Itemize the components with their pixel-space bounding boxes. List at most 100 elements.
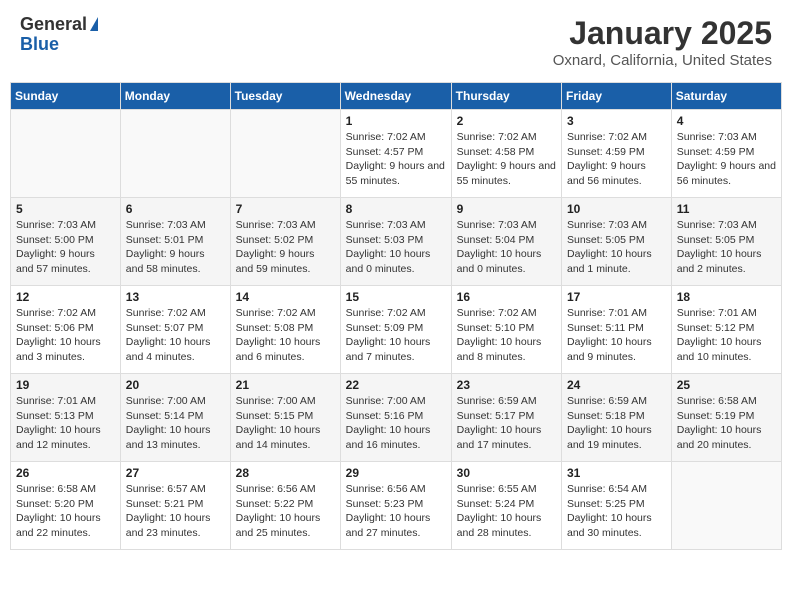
day-info: Sunrise: 7:02 AMSunset: 4:59 PMDaylight:… (567, 130, 666, 189)
calendar-cell: 29 Sunrise: 6:56 AMSunset: 5:23 PMDayligh… (340, 462, 451, 550)
day-number: 13 (126, 290, 225, 304)
calendar-cell: 16 Sunrise: 7:02 AMSunset: 5:10 PMDayligh… (451, 286, 561, 374)
calendar-cell (230, 110, 340, 198)
day-info: Sunrise: 7:02 AMSunset: 4:58 PMDaylight:… (457, 130, 556, 189)
day-number: 1 (346, 114, 446, 128)
day-number: 7 (236, 202, 335, 216)
day-info: Sunrise: 6:58 AMSunset: 5:19 PMDaylight:… (677, 394, 776, 453)
week-row-1: 1Sunrise: 7:02 AMSunset: 4:57 PMDaylight… (11, 110, 782, 198)
day-number: 5 (16, 202, 115, 216)
day-info: Sunrise: 7:02 AMSunset: 5:06 PMDaylight:… (16, 306, 115, 365)
day-number: 9 (457, 202, 556, 216)
calendar-subtitle: Oxnard, California, United States (553, 52, 772, 69)
day-number: 16 (457, 290, 556, 304)
day-info: Sunrise: 6:59 AMSunset: 5:18 PMDaylight:… (567, 394, 666, 453)
day-number: 31 (567, 466, 666, 480)
day-info: Sunrise: 7:02 AMSunset: 5:08 PMDaylight:… (236, 306, 335, 365)
calendar-cell: 1Sunrise: 7:02 AMSunset: 4:57 PMDaylight… (340, 110, 451, 198)
day-info: Sunrise: 6:59 AMSunset: 5:17 PMDaylight:… (457, 394, 556, 453)
day-number: 29 (346, 466, 446, 480)
calendar-cell: 7 Sunrise: 7:03 AMSunset: 5:02 PMDaylight… (230, 198, 340, 286)
calendar-cell: 20Sunrise: 7:00 AMSunset: 5:14 PMDayligh… (120, 374, 230, 462)
calendar-cell: 10 Sunrise: 7:03 AMSunset: 5:05 PMDayligh… (562, 198, 672, 286)
day-info: Sunrise: 6:54 AMSunset: 5:25 PMDaylight:… (567, 482, 666, 541)
day-number: 4 (677, 114, 776, 128)
day-number: 14 (236, 290, 335, 304)
day-info: Sunrise: 7:02 AMSunset: 5:09 PMDaylight:… (346, 306, 446, 365)
weekday-header-saturday: Saturday (671, 83, 781, 110)
day-number: 15 (346, 290, 446, 304)
calendar-cell: 13Sunrise: 7:02 AMSunset: 5:07 PMDayligh… (120, 286, 230, 374)
logo-blue: Blue (20, 35, 87, 55)
day-info: Sunrise: 7:03 AMSunset: 4:59 PMDaylight:… (677, 130, 776, 189)
calendar-cell: 21 Sunrise: 7:00 AMSunset: 5:15 PMDayligh… (230, 374, 340, 462)
day-info: Sunrise: 7:03 AMSunset: 5:01 PMDaylight:… (126, 218, 225, 277)
day-info: Sunrise: 7:01 AMSunset: 5:12 PMDaylight:… (677, 306, 776, 365)
day-info: Sunrise: 6:56 AMSunset: 5:23 PMDaylight:… (346, 482, 446, 541)
calendar-cell: 28 Sunrise: 6:56 AMSunset: 5:22 PMDayligh… (230, 462, 340, 550)
day-info: Sunrise: 7:03 AMSunset: 5:05 PMDaylight:… (567, 218, 666, 277)
day-info: Sunrise: 7:01 AMSunset: 5:13 PMDaylight:… (16, 394, 115, 453)
day-number: 23 (457, 378, 556, 392)
day-number: 24 (567, 378, 666, 392)
calendar-cell: 25 Sunrise: 6:58 AMSunset: 5:19 PMDayligh… (671, 374, 781, 462)
calendar-cell (120, 110, 230, 198)
logo-general: General (20, 15, 87, 35)
day-number: 3 (567, 114, 666, 128)
day-number: 27 (126, 466, 225, 480)
title-area: January 2025 Oxnard, California, United … (553, 15, 772, 69)
day-number: 25 (677, 378, 776, 392)
day-number: 12 (16, 290, 115, 304)
day-info: Sunrise: 6:57 AMSunset: 5:21 PMDaylight:… (126, 482, 225, 541)
day-number: 6 (126, 202, 225, 216)
day-info: Sunrise: 7:00 AMSunset: 5:15 PMDaylight:… (236, 394, 335, 453)
calendar-cell: 19 Sunrise: 7:01 AMSunset: 5:13 PMDayligh… (11, 374, 121, 462)
calendar-cell: 30 Sunrise: 6:55 AMSunset: 5:24 PMDayligh… (451, 462, 561, 550)
weekday-header-thursday: Thursday (451, 83, 561, 110)
day-number: 21 (236, 378, 335, 392)
day-number: 22 (346, 378, 446, 392)
logo-triangle-icon (90, 17, 98, 31)
page-header: General Blue January 2025 Oxnard, Califo… (10, 10, 782, 74)
day-number: 11 (677, 202, 776, 216)
day-info: Sunrise: 7:00 AMSunset: 5:16 PMDaylight:… (346, 394, 446, 453)
day-number: 8 (346, 202, 446, 216)
calendar-cell: 3 Sunrise: 7:02 AMSunset: 4:59 PMDaylight… (562, 110, 672, 198)
day-number: 18 (677, 290, 776, 304)
day-info: Sunrise: 7:02 AMSunset: 5:10 PMDaylight:… (457, 306, 556, 365)
day-info: Sunrise: 7:03 AMSunset: 5:00 PMDaylight:… (16, 218, 115, 277)
week-row-4: 19 Sunrise: 7:01 AMSunset: 5:13 PMDayligh… (11, 374, 782, 462)
day-info: Sunrise: 6:55 AMSunset: 5:24 PMDaylight:… (457, 482, 556, 541)
calendar-cell: 27 Sunrise: 6:57 AMSunset: 5:21 PMDayligh… (120, 462, 230, 550)
weekday-header-tuesday: Tuesday (230, 83, 340, 110)
day-info: Sunrise: 7:03 AMSunset: 5:05 PMDaylight:… (677, 218, 776, 277)
day-info: Sunrise: 6:58 AMSunset: 5:20 PMDaylight:… (16, 482, 115, 541)
day-info: Sunrise: 6:56 AMSunset: 5:22 PMDaylight:… (236, 482, 335, 541)
day-number: 19 (16, 378, 115, 392)
calendar-cell: 5 Sunrise: 7:03 AMSunset: 5:00 PMDaylight… (11, 198, 121, 286)
calendar-cell (11, 110, 121, 198)
calendar-cell: 26Sunrise: 6:58 AMSunset: 5:20 PMDayligh… (11, 462, 121, 550)
day-info: Sunrise: 7:03 AMSunset: 5:03 PMDaylight:… (346, 218, 446, 277)
calendar-cell: 17Sunrise: 7:01 AMSunset: 5:11 PMDayligh… (562, 286, 672, 374)
calendar-cell: 12 Sunrise: 7:02 AMSunset: 5:06 PMDayligh… (11, 286, 121, 374)
week-row-5: 26Sunrise: 6:58 AMSunset: 5:20 PMDayligh… (11, 462, 782, 550)
day-number: 2 (457, 114, 556, 128)
day-number: 30 (457, 466, 556, 480)
day-number: 28 (236, 466, 335, 480)
calendar-cell: 22 Sunrise: 7:00 AMSunset: 5:16 PMDayligh… (340, 374, 451, 462)
day-number: 20 (126, 378, 225, 392)
calendar-cell: 14 Sunrise: 7:02 AMSunset: 5:08 PMDayligh… (230, 286, 340, 374)
day-number: 10 (567, 202, 666, 216)
calendar-cell: 8 Sunrise: 7:03 AMSunset: 5:03 PMDaylight… (340, 198, 451, 286)
calendar-cell: 18 Sunrise: 7:01 AMSunset: 5:12 PMDayligh… (671, 286, 781, 374)
day-info: Sunrise: 7:03 AMSunset: 5:02 PMDaylight:… (236, 218, 335, 277)
calendar-cell: 23 Sunrise: 6:59 AMSunset: 5:17 PMDayligh… (451, 374, 561, 462)
calendar-title: January 2025 (553, 15, 772, 52)
day-info: Sunrise: 7:03 AMSunset: 5:04 PMDaylight:… (457, 218, 556, 277)
calendar-cell: 2 Sunrise: 7:02 AMSunset: 4:58 PMDaylight… (451, 110, 561, 198)
calendar-cell: 4 Sunrise: 7:03 AMSunset: 4:59 PMDaylight… (671, 110, 781, 198)
calendar-cell (671, 462, 781, 550)
weekday-header-sunday: Sunday (11, 83, 121, 110)
calendar-table: SundayMondayTuesdayWednesdayThursdayFrid… (10, 82, 782, 550)
